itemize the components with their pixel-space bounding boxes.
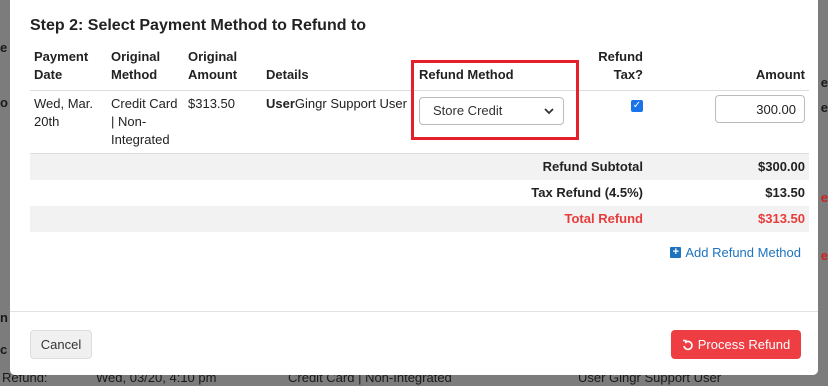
refund-modal: Step 2: Select Payment Method to Refund …: [10, 0, 818, 375]
modal-title: Step 2: Select Payment Method to Refund …: [30, 17, 367, 34]
amount-input[interactable]: [715, 95, 805, 123]
amount-cell: [647, 90, 809, 154]
tax-row: Tax Refund (4.5%) $13.50: [30, 180, 809, 206]
bg-fragment: e: [0, 40, 8, 55]
original-method-cell: Credit Card | Non-Integrated: [107, 90, 184, 154]
total-label: Total Refund: [30, 206, 647, 232]
col-amount: Amount: [647, 44, 809, 91]
bg-fragment: e: [820, 75, 828, 90]
details-user-label: User: [266, 96, 295, 111]
bg-fragment: c: [0, 342, 8, 357]
bg-fragment: e: [820, 190, 828, 205]
total-value: $313.50: [647, 206, 809, 232]
bg-fragment: e: [820, 248, 828, 263]
col-refund-tax: Refund Tax?: [592, 44, 647, 91]
subtotal-value: $300.00: [647, 153, 809, 180]
col-details: Details: [262, 44, 415, 91]
refund-method-highlight-box: [411, 60, 579, 140]
add-refund-method-link[interactable]: + Add Refund Method: [670, 245, 801, 260]
process-refund-label: Process Refund: [697, 337, 791, 352]
refund-tax-checkbox[interactable]: ✓: [631, 100, 643, 112]
subtotal-label: Refund Subtotal: [30, 153, 647, 180]
undo-icon: [682, 339, 693, 350]
cancel-button[interactable]: Cancel: [30, 330, 92, 359]
payment-date-cell: Wed, Mar. 20th: [30, 90, 107, 154]
details-user-name: Gingr Support User: [294, 96, 407, 111]
total-row: Total Refund $313.50: [30, 206, 809, 232]
cancel-label: Cancel: [40, 337, 82, 352]
col-payment-date: Payment Date: [30, 44, 107, 91]
tax-label: Tax Refund (4.5%): [531, 185, 643, 200]
process-refund-button[interactable]: Process Refund: [671, 330, 801, 359]
col-original-amount: Original Amount: [184, 44, 262, 91]
bg-fragment: e: [820, 100, 828, 115]
details-cell: UserGingr Support User: [262, 90, 415, 154]
tax-value: $13.50: [765, 185, 805, 200]
plus-square-icon: +: [670, 247, 682, 258]
subtotal-row: Refund Subtotal $300.00: [30, 153, 809, 180]
bg-fragment: n: [0, 310, 8, 325]
col-original-method: Original Method: [107, 44, 184, 91]
add-refund-method-label: Add Refund Method: [685, 245, 801, 260]
modal-footer-divider: [10, 311, 818, 312]
refund-tax-cell: ✓: [592, 90, 647, 154]
bg-fragment: o: [0, 95, 8, 110]
original-amount-cell: $313.50: [184, 90, 262, 154]
